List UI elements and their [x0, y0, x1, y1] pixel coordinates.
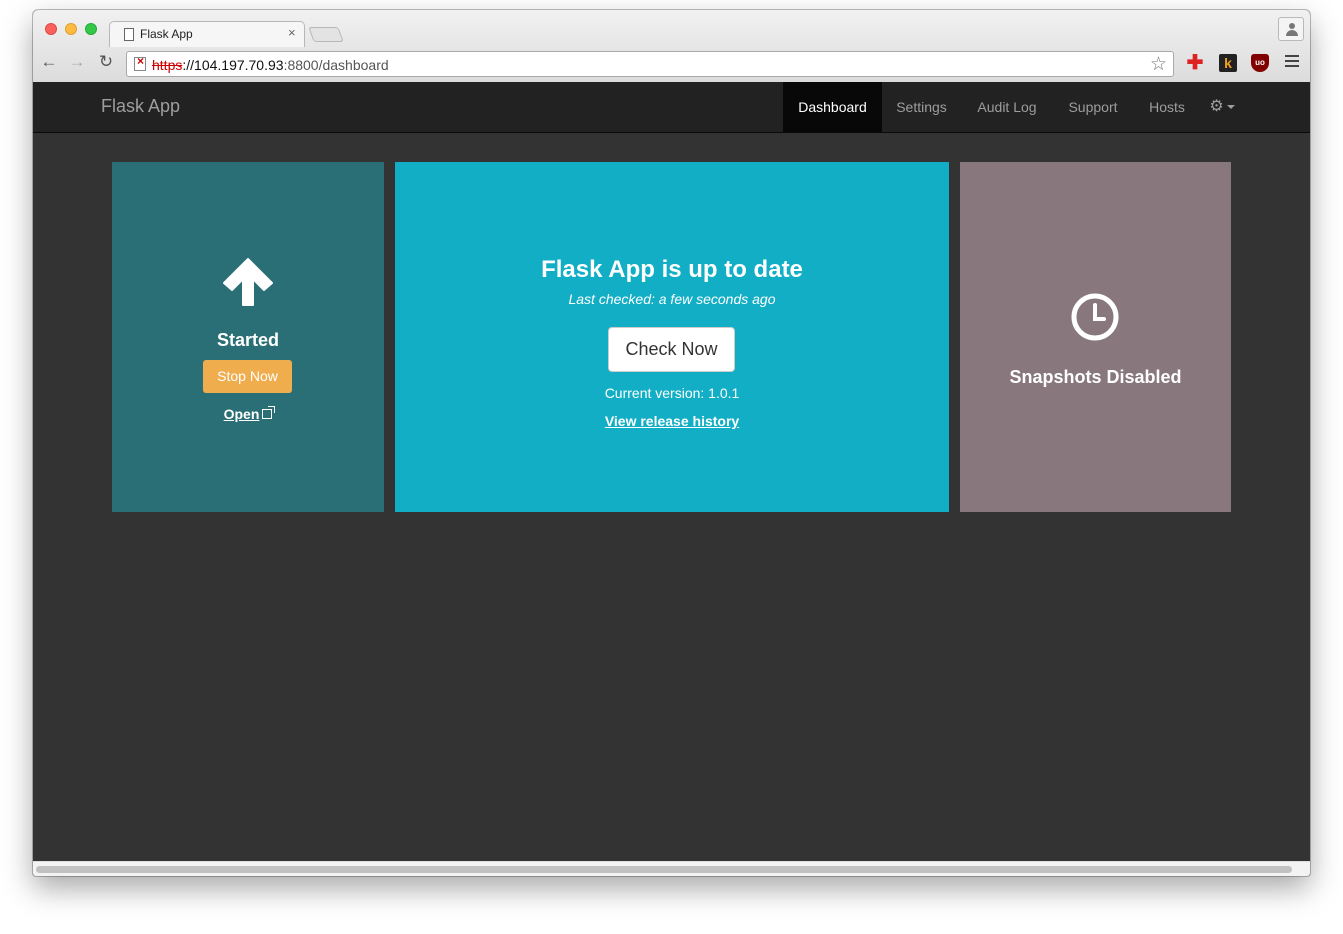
app-status-panel: Started Stop Now Open	[112, 162, 384, 512]
brand-link[interactable]: Flask App	[101, 96, 180, 117]
reload-icon[interactable]: ↻	[96, 52, 116, 72]
address-bar[interactable]: × https://104.197.70.93:8800/dashboard ☆	[126, 51, 1174, 77]
snapshots-panel: Snapshots Disabled	[960, 162, 1231, 512]
star-icon[interactable]: ☆	[1150, 53, 1167, 76]
scrollbar-thumb[interactable]	[36, 866, 1292, 873]
menu-icon[interactable]	[1285, 55, 1299, 70]
maximize-window-button[interactable]	[85, 23, 97, 35]
update-status-title: Flask App is up to date	[541, 256, 803, 283]
external-link-icon	[262, 406, 276, 419]
current-version-text: Current version: 1.0.1	[604, 385, 740, 401]
extension-ublock-icon[interactable]: uo	[1251, 54, 1269, 72]
arrow-up-icon	[223, 258, 273, 306]
status-label: Started	[216, 330, 279, 350]
last-checked-text: Last checked: a few seconds ago	[568, 291, 776, 307]
nav-audit-log[interactable]: Audit Log	[961, 82, 1053, 132]
settings-dropdown[interactable]: ⚙	[1201, 82, 1243, 132]
url-scheme: https	[152, 57, 183, 73]
new-tab-button[interactable]	[308, 27, 344, 42]
horizontal-scrollbar[interactable]	[33, 861, 1310, 876]
tab-close-icon[interactable]: ×	[288, 25, 296, 40]
nav-hosts[interactable]: Hosts	[1133, 82, 1201, 132]
clock-icon	[1071, 293, 1119, 341]
app-navbar: Flask App Dashboard Settings Audit Log S…	[33, 82, 1310, 133]
tab-title: Flask App	[140, 27, 193, 41]
check-now-button[interactable]: Check Now	[608, 327, 735, 372]
open-app-link[interactable]: Open	[112, 406, 384, 422]
nav-settings[interactable]: Settings	[882, 82, 961, 132]
dashboard-content: Started Stop Now Open Flask App is up to…	[33, 133, 1310, 861]
minimize-window-button[interactable]	[65, 23, 77, 35]
forward-icon[interactable]: →	[67, 52, 87, 72]
nav-support[interactable]: Support	[1053, 82, 1133, 132]
nav-dashboard[interactable]: Dashboard	[783, 82, 882, 132]
back-icon[interactable]: ←	[39, 52, 59, 72]
stop-now-button[interactable]: Stop Now	[203, 360, 292, 393]
view-release-history-link[interactable]: View release history	[395, 413, 949, 429]
chevron-down-icon	[1226, 104, 1235, 109]
profile-icon	[1289, 23, 1295, 29]
page-icon	[124, 28, 134, 41]
browser-tab[interactable]: Flask App ×	[109, 21, 305, 47]
url-host: ://104.197.70.93	[182, 57, 284, 73]
update-panel: Flask App is up to date Last checked: a …	[395, 162, 949, 512]
browser-window: Flask App × ← → ↻ × https://104.197.70.9…	[33, 10, 1310, 876]
gear-icon: ⚙	[1209, 98, 1224, 115]
url-text[interactable]: https://104.197.70.93:8800/dashboard	[152, 57, 389, 73]
close-window-button[interactable]	[45, 23, 57, 35]
open-link-label: Open	[223, 406, 260, 422]
profile-button[interactable]	[1278, 17, 1304, 41]
extension-k-icon[interactable]: k	[1219, 54, 1237, 72]
extension-cross-icon[interactable]: ✚	[1186, 53, 1204, 73]
browser-chrome: Flask App × ← → ↻ × https://104.197.70.9…	[33, 10, 1310, 82]
url-path: :8800/dashboard	[283, 57, 389, 73]
snapshots-status-label: Snapshots Disabled	[1009, 367, 1182, 387]
